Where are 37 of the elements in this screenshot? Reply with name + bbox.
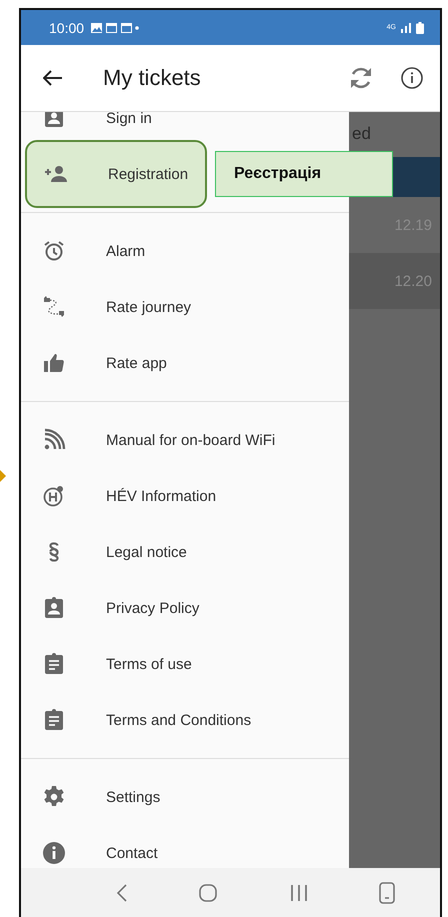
- screen-title: My tickets: [103, 65, 202, 91]
- thumbs-up-icon: [42, 351, 66, 375]
- drawer-item[interactable]: Contact: [21, 825, 349, 868]
- info-icon[interactable]: [400, 66, 424, 90]
- battery-icon: [416, 22, 424, 34]
- route-icon: [42, 295, 66, 319]
- rss-icon: [42, 428, 66, 452]
- drawer-item[interactable]: Legal notice: [21, 524, 349, 580]
- drawer-item[interactable]: Rate app: [21, 335, 349, 391]
- drawer-item[interactable]: Terms and Conditions: [21, 692, 349, 748]
- drawer-item[interactable]: Alarm: [21, 223, 349, 279]
- drawer-item[interactable]: Settings: [21, 769, 349, 825]
- back-icon[interactable]: [116, 882, 128, 902]
- signal-icon: [401, 22, 411, 32]
- callout-label: Реєстрація: [215, 151, 393, 197]
- alarm-clock-icon: [42, 239, 66, 263]
- clipboard-icon: [42, 652, 66, 676]
- drawer-item[interactable]: Rate journey: [21, 279, 349, 335]
- drawer-item[interactable]: Terms of use: [21, 636, 349, 692]
- drawer-item[interactable]: Registration: [25, 140, 207, 208]
- info-icon: [42, 841, 66, 865]
- drawer-item[interactable]: Privacy Policy: [21, 580, 349, 636]
- settings-icon: [42, 785, 66, 809]
- h-badge-icon: [42, 484, 66, 508]
- back-arrow-icon[interactable]: [43, 70, 63, 86]
- pointer-arrow-icon: [0, 470, 6, 482]
- home-icon[interactable]: [198, 882, 218, 902]
- recent-apps-icon[interactable]: [288, 884, 309, 902]
- notification-icons: [91, 22, 140, 32]
- refresh-icon[interactable]: [348, 65, 374, 91]
- status-time: 10:00: [49, 20, 84, 36]
- drawer-item[interactable]: HÉV Information: [21, 468, 349, 524]
- phone-icon[interactable]: [378, 882, 395, 904]
- drawer-item[interactable]: Manual for on-board WiFi: [21, 412, 349, 468]
- clipboard-icon: [42, 708, 66, 732]
- clipboard-person-icon: [42, 596, 66, 620]
- column-header: ed: [351, 123, 372, 145]
